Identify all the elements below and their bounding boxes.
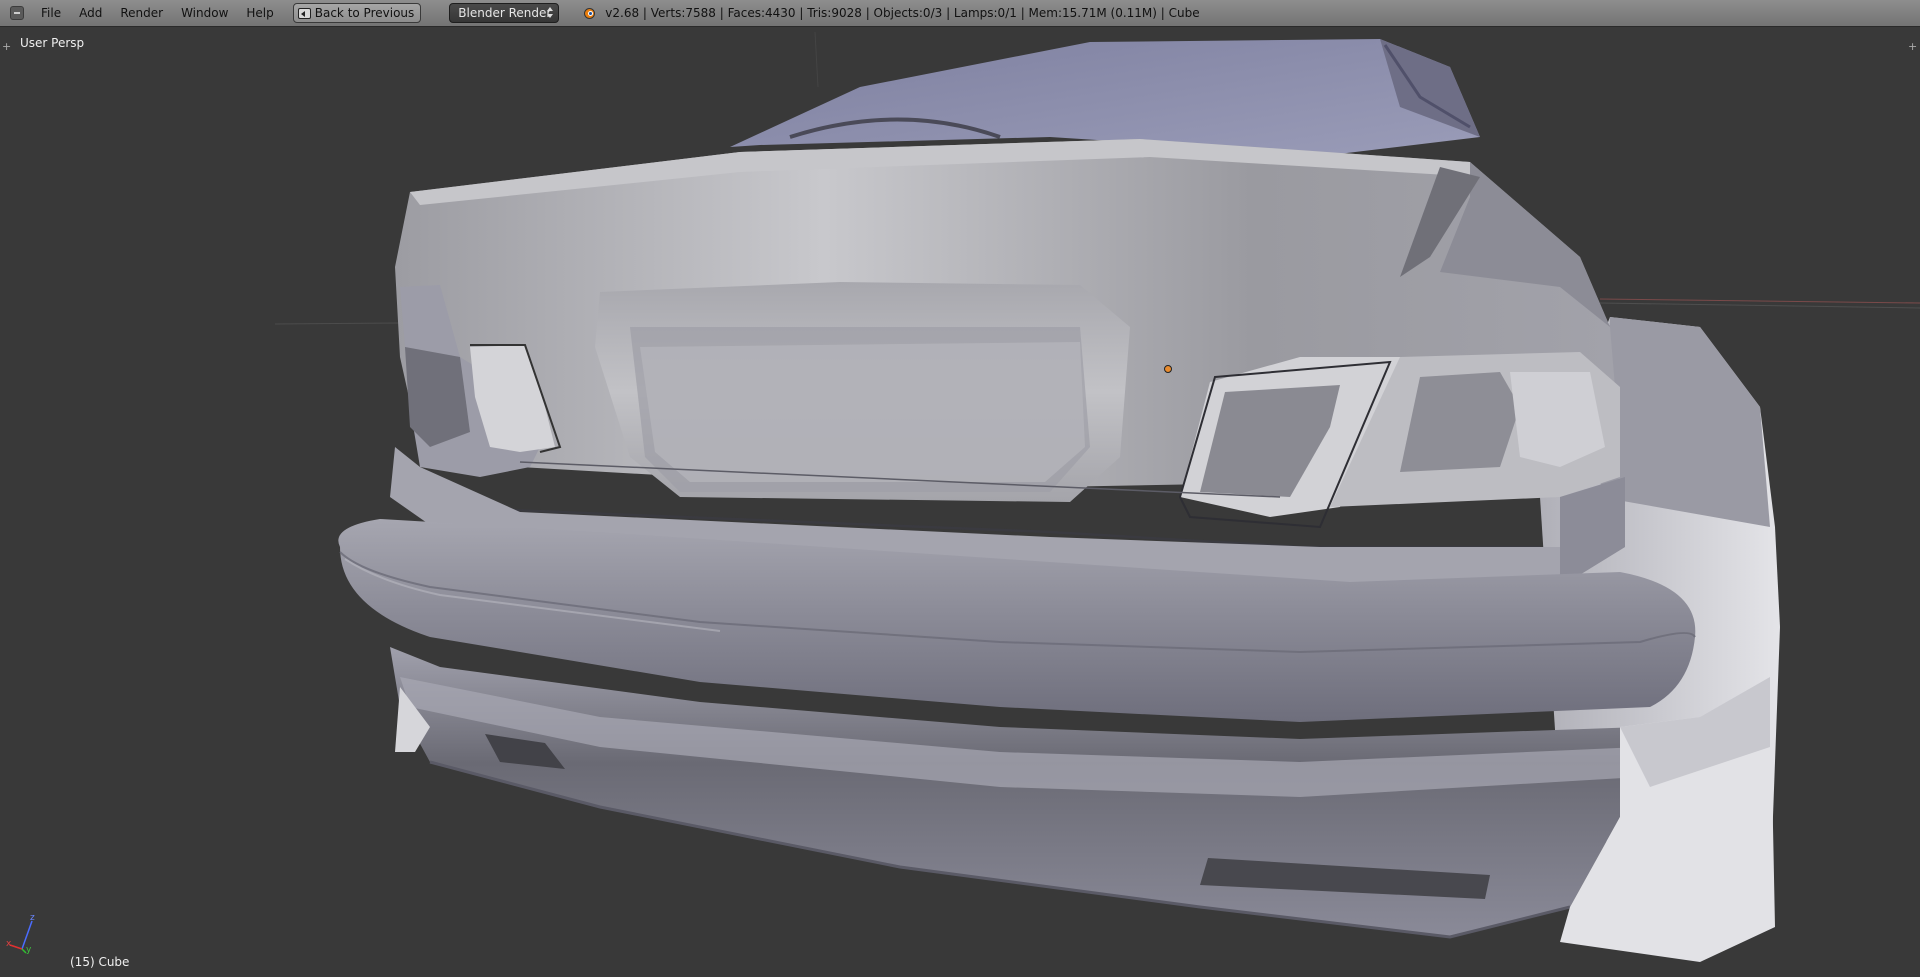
blender-logo-icon [581,5,597,21]
active-object-label: (15) Cube [70,955,130,969]
scene-stats: v2.68 | Verts:7588 | Faces:4430 | Tris:9… [605,6,1200,20]
menu-render[interactable]: Render [111,0,172,27]
area-split-icon-right[interactable]: + [1908,41,1917,52]
area-split-icon-left[interactable]: + [2,41,11,52]
menu-file[interactable]: File [32,0,70,27]
menu-window[interactable]: Window [172,0,237,27]
view-mode-label: User Persp [20,36,85,50]
back-to-previous-label: Back to Previous [314,6,415,20]
editor-type-icon[interactable] [10,6,24,20]
axis-z-label: z [30,913,35,923]
render-engine-label: Blender Render [458,6,552,20]
back-arrow-icon [297,7,311,19]
axis-y-label: y [26,945,32,955]
info-header: File Add Render Window Help Back to Prev… [0,0,1920,27]
render-engine-select[interactable]: Blender Render [449,3,560,23]
up-down-arrows-icon [546,6,554,20]
axis-gizmo: z x y [6,913,40,955]
axis-x-label: x [6,939,12,949]
back-to-previous-button[interactable]: Back to Previous [292,3,422,23]
3d-viewport[interactable]: User Persp (15) Cube + + z x y [0,27,1920,977]
menu-add[interactable]: Add [70,0,111,27]
car-mesh-render [274,31,1920,962]
menu-help[interactable]: Help [237,0,282,27]
